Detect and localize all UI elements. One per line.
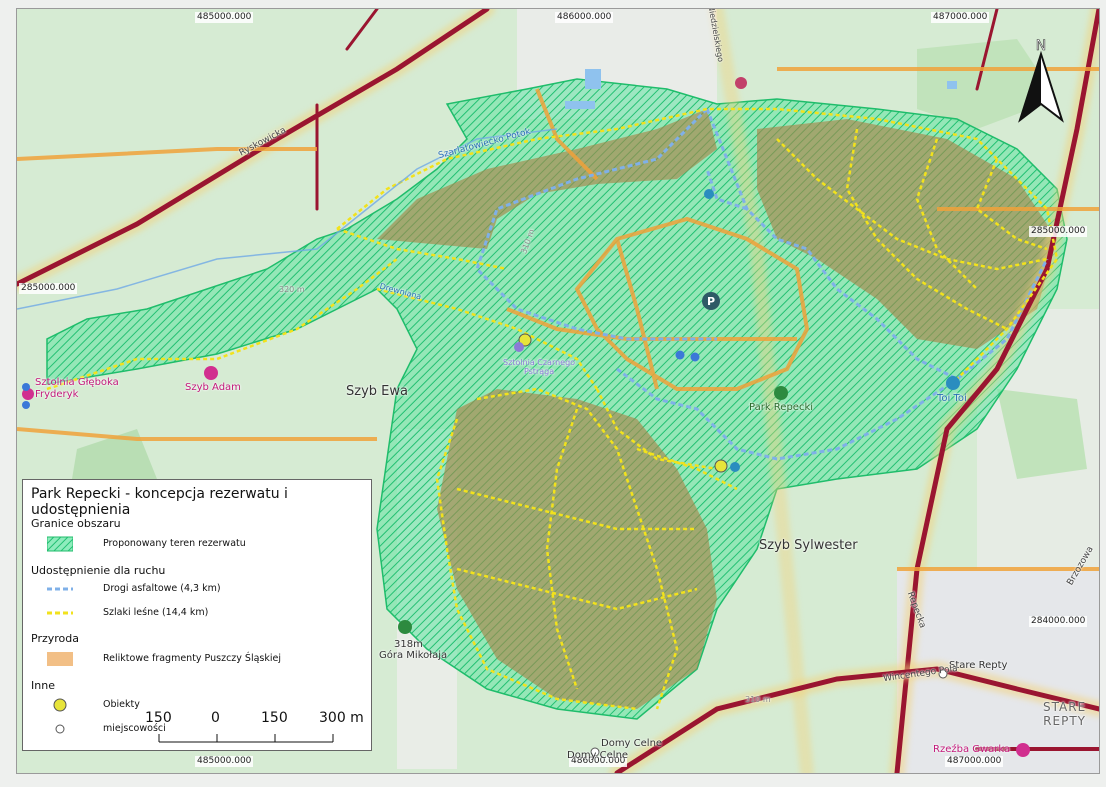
place-szyb-ewa: Szyb Ewa: [346, 384, 408, 399]
legend-item-reserve: Proponowany teren rezerwatu: [103, 538, 246, 549]
poi-marker-blue: [675, 350, 685, 360]
place-domy-celne-short: Domy Celne: [567, 750, 629, 761]
scale-label: 150: [145, 710, 172, 726]
legend-title: Park Repecki - koncepcja rezerwatu i udo…: [31, 486, 288, 518]
scale-label: 0: [211, 710, 220, 726]
poi-label-rzezba: Rzeźba Gwarka: [933, 744, 1011, 755]
reserve-swatch-icon: [47, 536, 73, 552]
poi-marker-toi[interactable]: [946, 376, 960, 390]
legend-section-title: Inne: [31, 679, 55, 692]
place-gora-height: 318m: [394, 639, 423, 650]
poi-marker-niedz: [735, 77, 747, 89]
scale-label: 300 m: [319, 710, 364, 726]
poi-marker-blue: [730, 462, 740, 472]
legend-item-objects: Obiekty: [103, 699, 140, 710]
contour-label: 320 m: [279, 285, 305, 294]
legend-item-relict: Reliktowe fragmenty Puszczy Śląskiej: [103, 653, 281, 664]
legend-section-title: Przyroda: [31, 632, 79, 645]
poi-marker-blue: [22, 401, 30, 409]
poi-marker-szyb-adam[interactable]: [204, 366, 218, 380]
place-gora-mikolaja: Góra Mikołaja: [379, 650, 448, 661]
village-dot-icon: [55, 724, 65, 734]
poi-label-sztolnia-cp: Sztolnia Czarnego Pstrąga: [503, 358, 576, 376]
pond: [947, 81, 957, 89]
district-stare-repty: STARE REPTY: [1043, 700, 1087, 728]
poi-label-szyb-adam: Szyb Adam: [185, 382, 241, 393]
poi-label-sztolnia: Sztolnia Głęboka Fryderyk: [35, 377, 119, 400]
place-szyb-sylwester: Szyb Sylwester: [759, 538, 858, 553]
poi-marker-blue: [22, 383, 30, 391]
poi-label-toi: Toi Toi: [937, 393, 967, 404]
coord-bottom: 485000.000: [195, 756, 254, 767]
poi-marker-info: [704, 189, 714, 199]
legend-item-trail: Szlaki leśne (14,4 km): [103, 607, 209, 618]
coord-right: 285000.000: [1029, 226, 1088, 237]
asphalt-line-icon: [47, 587, 73, 591]
legend-item-asphalt: Drogi asfaltowe (4,3 km): [103, 583, 221, 594]
pond: [585, 69, 601, 89]
poi-marker-rzezba[interactable]: [1016, 743, 1030, 757]
contour-label: 310 m: [745, 695, 771, 704]
scale-label: 150: [261, 710, 288, 726]
north-arrow-icon: N: [1018, 38, 1064, 123]
coord-top: 485000.000: [195, 12, 254, 23]
parking-icon: P: [707, 295, 715, 308]
poi-marker-sztolnia-cp[interactable]: [514, 342, 524, 352]
coord-left: 285000.000: [19, 283, 78, 294]
map-legend: Park Repecki - koncepcja rezerwatu i udo…: [22, 479, 372, 751]
scale-bar: [158, 734, 334, 743]
poi-marker-blue: [690, 352, 700, 362]
poi-marker-gora[interactable]: [398, 620, 412, 634]
coord-top: 487000.000: [931, 12, 990, 23]
coord-top: 486000.000: [555, 12, 614, 23]
poi-label-park: Park Repecki: [749, 402, 814, 413]
legend-section-title: Udostępnienie dla ruchu: [31, 564, 166, 577]
legend-section-title: Granice obszaru: [31, 517, 121, 530]
poi-marker-park[interactable]: [774, 386, 788, 400]
coord-bottom: 487000.000: [945, 756, 1004, 767]
poi-object-marker[interactable]: [714, 459, 728, 473]
trail-line-icon: [47, 611, 73, 615]
relict-swatch-icon: [47, 652, 73, 666]
object-dot-icon: [53, 698, 67, 712]
pond: [565, 101, 595, 109]
coord-right: 284000.000: [1029, 616, 1088, 627]
place-domy-celne: Domy Celne: [601, 738, 663, 749]
